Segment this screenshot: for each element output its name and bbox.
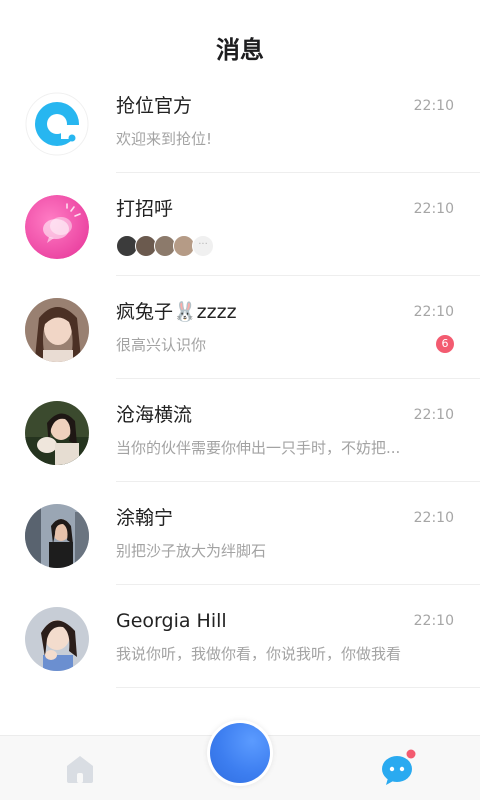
conversation-time: 22:10 [413,98,454,114]
user-avatar [25,401,89,465]
center-action-button[interactable] [207,720,273,786]
conversation-row-official[interactable]: 抢位官方 22:10 欢迎来到抢位! [0,70,480,173]
conversation-preview: 别把沙子放大为绊脚石 [116,542,267,560]
greeting-bubble-icon [25,195,89,259]
conversation-preview: 当你的伙伴需要你伸出一只手时，不妨把... [116,439,401,457]
conversation-list: 抢位官方 22:10 欢迎来到抢位! 打招呼 22:10 ··· 疯兔子🐰zzz… [0,70,480,688]
conversation-row[interactable]: Georgia Hill 22:10 我说你听，我做你看，你说我听，你做我看 [0,585,480,688]
conversation-preview: 欢迎来到抢位! [116,130,213,148]
conversation-name: 涂翰宁 [116,507,174,529]
more-avatars-indicator: ··· [192,235,214,257]
messages-screen: 消息 抢位官方 22:10 欢迎来到抢位! 打招呼 22:10 ··· 疯兔子🐰… [0,0,480,800]
user-avatar [25,607,89,671]
conversation-name: 疯兔子🐰zzzz [116,301,237,323]
user-avatar [25,504,89,568]
conversation-name: 抢位官方 [116,95,193,117]
page-title: 消息 [216,36,264,64]
conversation-name: 沧海横流 [116,404,193,426]
conversation-preview: 我说你听，我做你看，你说我听，你做我看 [116,645,402,663]
conversation-row[interactable]: 涂翰宁 22:10 别把沙子放大为绊脚石 [0,482,480,585]
conversation-row[interactable]: 沧海横流 22:10 当你的伙伴需要你伸出一只手时，不妨把... [0,379,480,482]
user-avatar [25,298,89,362]
app-logo-icon [25,92,89,156]
message-bubble-icon[interactable] [380,748,418,786]
divider [116,687,480,688]
conversation-row-greeting[interactable]: 打招呼 22:10 ··· [0,173,480,276]
conversation-time: 22:10 [413,613,454,629]
conversation-time: 22:10 [413,201,454,217]
conversation-name: 打招呼 [116,198,174,220]
home-icon[interactable] [64,754,96,784]
unread-badge: 6 [436,335,454,353]
center-action-icon [210,723,270,783]
conversation-time: 22:10 [413,304,454,320]
conversation-time: 22:10 [413,510,454,526]
conversation-name: Georgia Hill [116,610,227,632]
conversation-time: 22:10 [413,407,454,423]
conversation-preview: 很高兴认识你 [116,336,207,354]
conversation-row[interactable]: 疯兔子🐰zzzz 22:10 很高兴认识你 6 [0,276,480,379]
